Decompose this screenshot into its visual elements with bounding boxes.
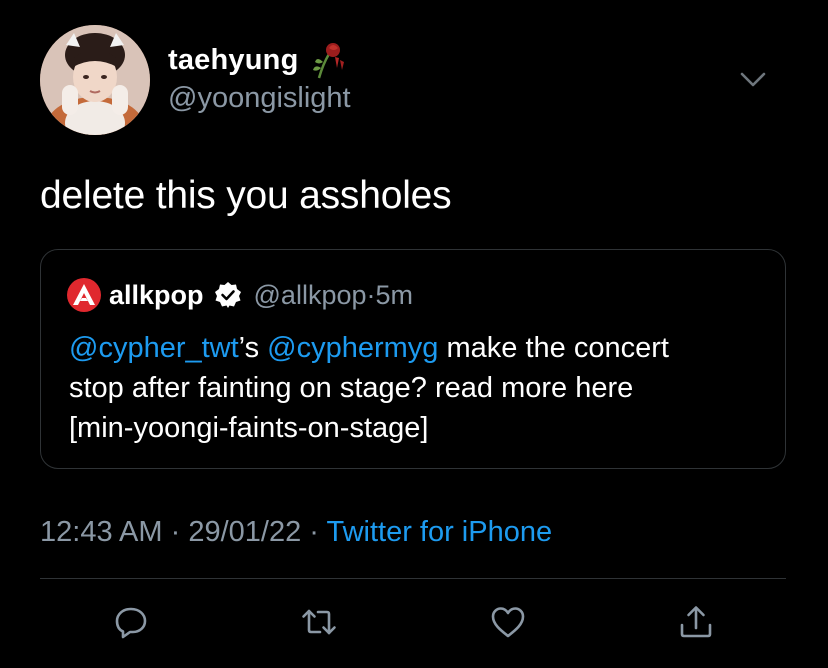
allkpop-logo-icon <box>67 278 101 312</box>
author-handle[interactable]: @yoongislight <box>168 82 351 115</box>
quoted-text-segment: make the concert <box>438 332 669 364</box>
quoted-separator: · <box>366 279 376 310</box>
author-name-row: taehyung <box>168 40 347 80</box>
quoted-author-name: allkpop <box>109 279 204 310</box>
retweet-icon[interactable] <box>300 603 338 641</box>
tweet-time: 12:43 AM <box>40 516 163 548</box>
tweet-detail: taehyung @yoongislight delete this you a… <box>0 0 828 668</box>
quoted-text-segment: ’s <box>238 332 268 364</box>
flower-emoji-icon <box>307 40 347 80</box>
quoted-time: 5m <box>375 279 414 310</box>
meta-separator: · <box>162 516 189 548</box>
tweet-text: delete this you assholes <box>40 174 452 217</box>
quoted-text-segment: stop after fainting on stage? read more … <box>69 372 634 404</box>
quoted-handle: @allkpop <box>253 279 367 310</box>
author-display-name[interactable]: taehyung <box>168 44 299 77</box>
quoted-tweet-card[interactable]: allkpop @allkpop·5m @cypher_twt’s @cyphe… <box>40 249 786 469</box>
quoted-handle-time: @allkpop·5m <box>254 280 414 311</box>
mention-link[interactable]: @cypher_twt <box>69 332 239 364</box>
reply-icon[interactable] <box>112 603 150 641</box>
chevron-down-icon[interactable] <box>738 64 768 94</box>
mention-link[interactable]: @cyphermyg <box>267 332 438 364</box>
quoted-tweet-text: @cypher_twt’s @cyphermyg make the concer… <box>69 328 769 448</box>
tweet-date: 29/01/22 <box>188 516 302 548</box>
like-icon[interactable] <box>489 603 527 641</box>
quoted-text-segment: [min-yoongi-faints-on-stage] <box>69 412 429 444</box>
tweet-meta: 12:43 AM · 29/01/22 · Twitter for iPhone <box>40 516 552 549</box>
quoted-tweet-header: allkpop @allkpop·5m <box>67 278 413 312</box>
meta-separator: · <box>301 516 327 548</box>
share-icon[interactable] <box>677 603 715 641</box>
avatar[interactable] <box>40 25 150 135</box>
verified-badge-icon <box>214 281 242 309</box>
divider <box>40 578 786 579</box>
tweet-source-link[interactable]: Twitter for iPhone <box>326 516 552 548</box>
